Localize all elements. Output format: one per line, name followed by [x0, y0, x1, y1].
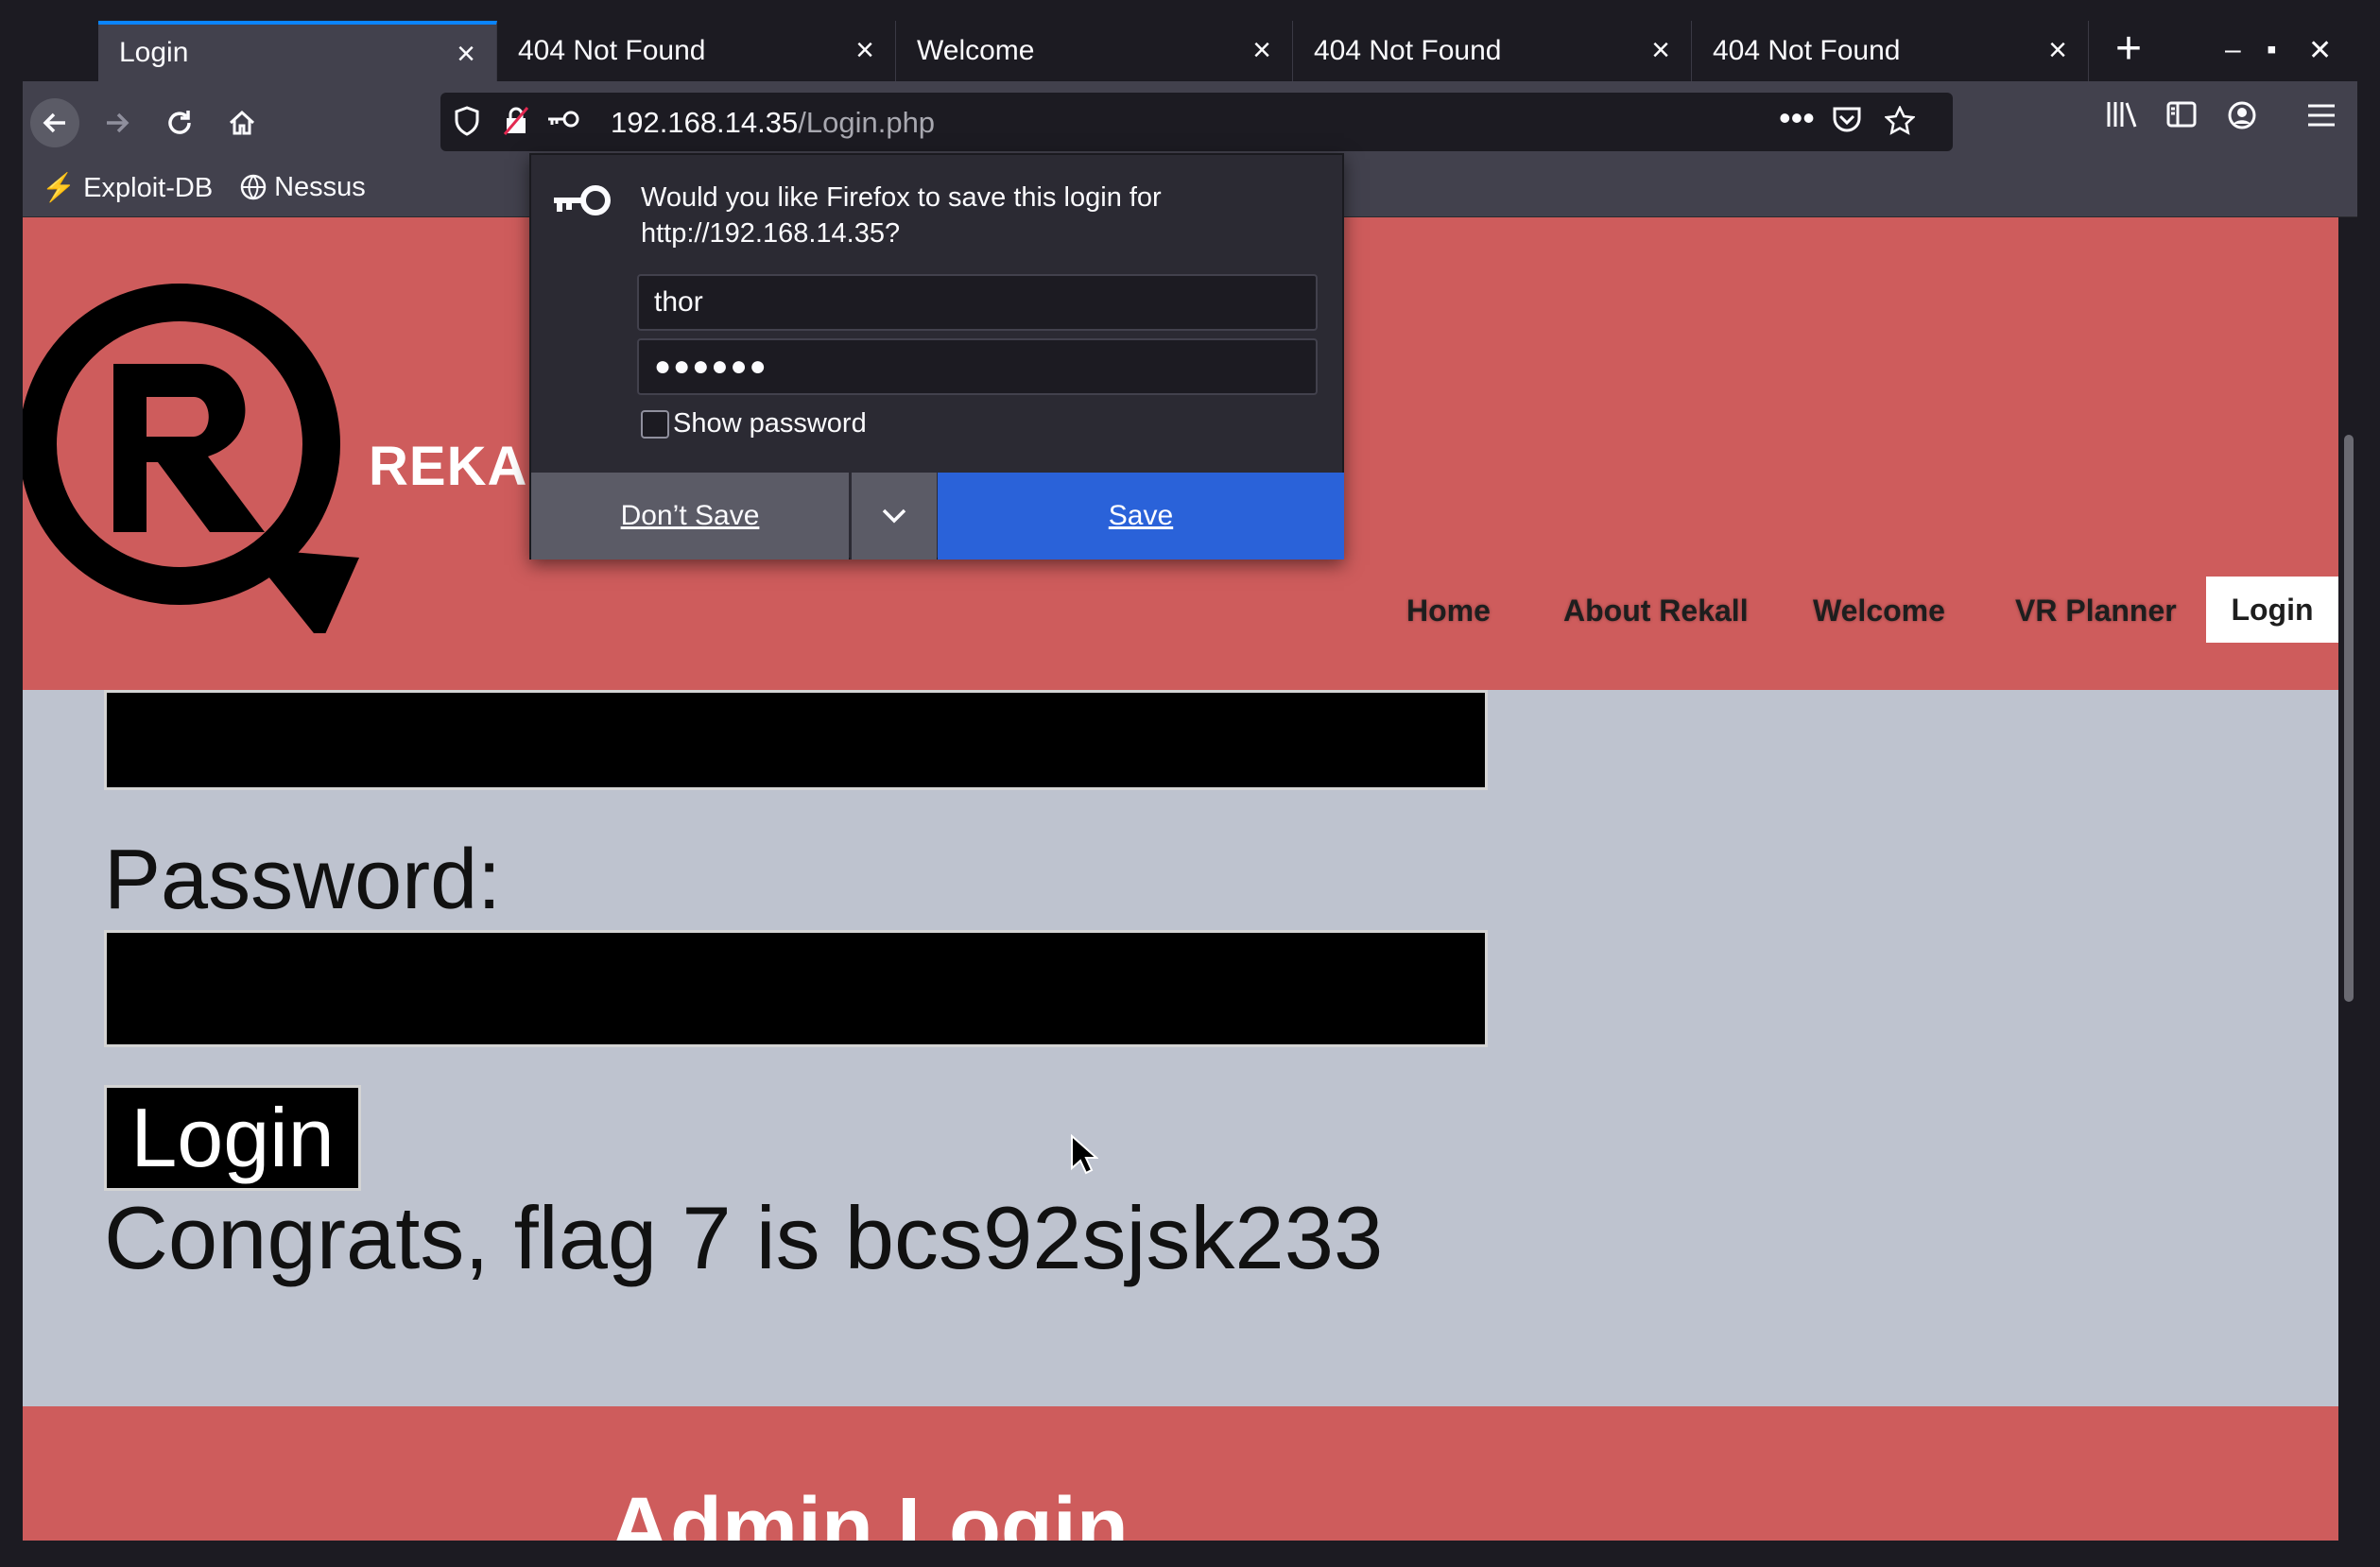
- scrollbar[interactable]: [2338, 217, 2357, 1541]
- rekall-logo-icon: [23, 284, 359, 633]
- url-path: /Login.php: [798, 106, 936, 139]
- chevron-down-icon: [882, 508, 906, 524]
- forward-arrow-icon[interactable]: [93, 98, 142, 147]
- mouse-cursor-icon: [1071, 1134, 1098, 1175]
- bookmark-nessus[interactable]: Nessus: [240, 172, 366, 203]
- back-arrow-icon[interactable]: [30, 98, 79, 147]
- minimize-icon[interactable]: –: [2225, 34, 2241, 66]
- reload-icon[interactable]: [155, 98, 204, 147]
- login-button[interactable]: Login: [104, 1085, 361, 1191]
- show-password-toggle[interactable]: Show password: [641, 408, 867, 439]
- tab-404-3[interactable]: 404 Not Found ×: [1692, 21, 2089, 81]
- tab-label: Welcome: [917, 35, 1035, 66]
- tab-label: 404 Not Found: [518, 35, 706, 66]
- exploit-db-icon: ⚡: [42, 173, 77, 203]
- navigation-bar: 192.168.14.35/Login.php •••: [23, 81, 2357, 163]
- tab-welcome[interactable]: Welcome ×: [896, 21, 1293, 81]
- tab-login[interactable]: Login ×: [98, 21, 497, 81]
- tab-404-2[interactable]: 404 Not Found ×: [1293, 21, 1692, 81]
- pocket-icon[interactable]: [1832, 106, 1862, 142]
- bookmark-label: Nessus: [274, 172, 366, 202]
- nav-home[interactable]: Home: [1406, 594, 1491, 629]
- password-label: Password:: [104, 833, 502, 927]
- nav-about-rekall[interactable]: About Rekall: [1563, 594, 1749, 629]
- address-bar[interactable]: 192.168.14.35/Login.php •••: [440, 93, 1953, 151]
- password-input[interactable]: [104, 930, 1488, 1047]
- tab-label: 404 Not Found: [1713, 35, 1901, 66]
- home-icon[interactable]: [217, 98, 267, 147]
- show-password-label: Show password: [673, 408, 867, 439]
- key-icon[interactable]: [546, 106, 580, 138]
- tab-label: Login: [119, 37, 189, 68]
- close-icon[interactable]: ×: [1651, 34, 1670, 66]
- dont-save-button[interactable]: Don’t Save: [531, 473, 849, 560]
- save-login-message: Would you like Firefox to save this logi…: [641, 182, 1162, 249]
- tab-strip: Login × 404 Not Found × Welcome × 404 No…: [23, 21, 2357, 81]
- save-options-dropdown[interactable]: [850, 473, 937, 560]
- nav-welcome[interactable]: Welcome: [1813, 594, 1945, 629]
- save-button[interactable]: Save: [938, 473, 1344, 560]
- url-host: 192.168.14.35: [611, 106, 799, 139]
- save-login-popup: Would you like Firefox to save this logi…: [529, 153, 1344, 560]
- site-footer: [23, 1406, 2338, 1541]
- bookmark-star-icon[interactable]: [1884, 104, 1916, 144]
- username-input[interactable]: [104, 690, 1488, 790]
- shield-icon[interactable]: [454, 106, 480, 144]
- close-window-icon[interactable]: ✕: [2308, 34, 2332, 67]
- page-actions-icon[interactable]: •••: [1779, 98, 1815, 138]
- flag-message: Congrats, flag 7 is bcs92sjsk233: [104, 1188, 1384, 1287]
- nav-vr-planner[interactable]: VR Planner: [2015, 594, 2177, 629]
- saved-password-field[interactable]: ●●●●●●: [637, 338, 1318, 395]
- url-text[interactable]: 192.168.14.35/Login.php: [611, 106, 935, 140]
- close-icon[interactable]: ×: [2048, 34, 2067, 66]
- globe-icon: [240, 172, 274, 202]
- close-icon[interactable]: ×: [855, 34, 874, 66]
- saved-username-field[interactable]: thor: [637, 274, 1318, 331]
- close-icon[interactable]: ×: [1252, 34, 1271, 66]
- scrollbar-thumb[interactable]: [2344, 435, 2354, 1002]
- library-icon[interactable]: [2106, 100, 2138, 137]
- new-tab-icon[interactable]: +: [2115, 26, 2142, 72]
- key-icon: [554, 185, 611, 215]
- account-icon[interactable]: [2227, 100, 2257, 139]
- hamburger-menu-icon[interactable]: [2306, 100, 2337, 137]
- admin-login-heading: Admin Login: [609, 1481, 1129, 1541]
- tab-label: 404 Not Found: [1314, 35, 1502, 66]
- insecure-lock-icon[interactable]: [503, 106, 529, 144]
- bookmark-label: Exploit-DB: [83, 173, 214, 203]
- browser-window: Login × 404 Not Found × Welcome × 404 No…: [0, 0, 2380, 1567]
- maximize-icon[interactable]: ▪: [2267, 34, 2277, 66]
- bookmark-exploit-db[interactable]: ⚡ Exploit-DB: [42, 172, 213, 204]
- sidebar-icon[interactable]: [2166, 100, 2197, 137]
- show-password-checkbox[interactable]: [641, 409, 669, 439]
- nav-login[interactable]: Login: [2206, 577, 2338, 643]
- tab-404-1[interactable]: 404 Not Found ×: [497, 21, 896, 81]
- close-icon[interactable]: ×: [457, 38, 475, 70]
